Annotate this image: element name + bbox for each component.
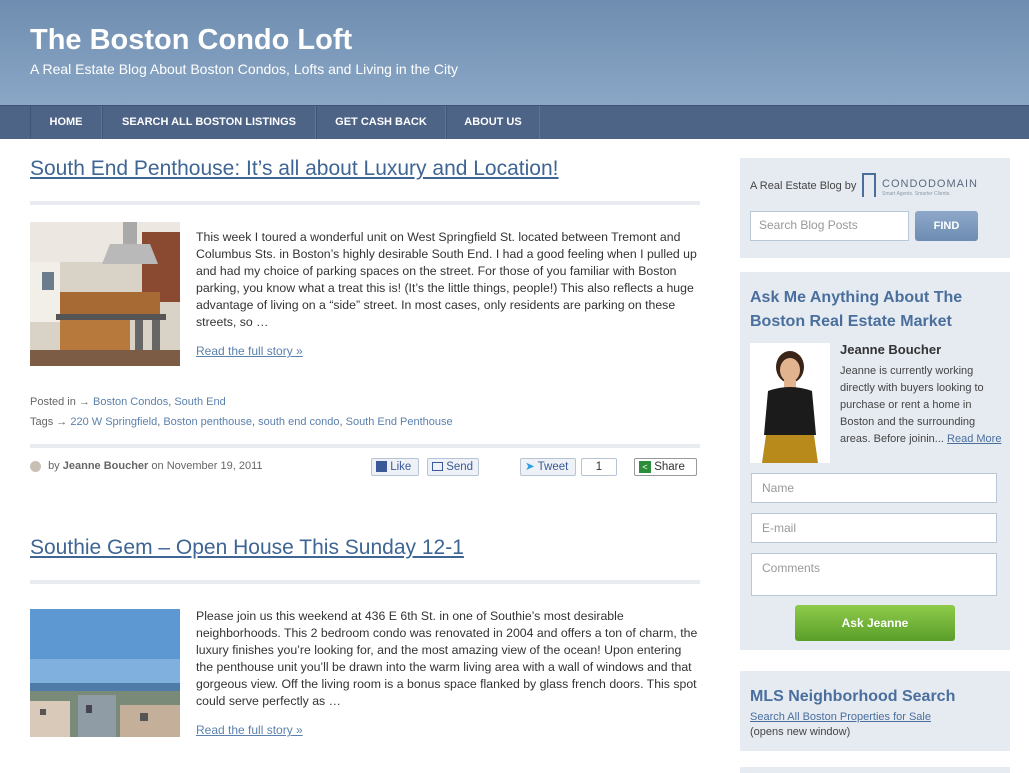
facebook-like-button[interactable]: Like (371, 458, 419, 476)
kitchen-photo (30, 222, 180, 366)
sidebar-search-box: A Real Estate Blog by CONDODOMAIN Smart … (740, 158, 1010, 258)
post-divider (30, 201, 700, 205)
ask-jeanne-button[interactable]: Ask Jeanne (795, 605, 955, 641)
tag-link[interactable]: south end condo (258, 416, 339, 428)
nav-cash-back[interactable]: GET CASH BACK (316, 106, 446, 139)
agent-photo-image (750, 343, 830, 463)
search-input[interactable]: Search Blog Posts (750, 211, 909, 241)
share-button[interactable]: < Share (634, 458, 697, 476)
ask-agent-box: Ask Me Anything About The Boston Real Es… (740, 272, 1010, 650)
author-avatar-icon (30, 460, 41, 472)
agent-bio: Jeanne is currently working directly wit… (840, 363, 1005, 448)
post-excerpt: Please join us this weekend at 436 E 6th… (196, 609, 698, 708)
like-label: Like (390, 461, 412, 473)
posted-in-label: Posted in → (30, 396, 90, 408)
ask-heading: Ask Me Anything About The Boston Real Es… (750, 289, 963, 330)
comments-field[interactable]: Comments (751, 553, 997, 596)
building-icon (862, 173, 876, 197)
tweet-count: 1 (581, 458, 617, 476)
post-byline: by Jeanne Boucher on November 19, 2011 (30, 460, 263, 472)
nav-home[interactable]: HOME (30, 106, 102, 139)
agent-read-more-link[interactable]: Read More (947, 433, 1001, 445)
share-icon: < (639, 460, 651, 473)
main-nav: HOME SEARCH ALL BOSTON LISTINGS GET CASH… (0, 105, 1029, 139)
share-label: Share (654, 461, 685, 473)
post-excerpt: This week I toured a wonderful unit on W… (196, 230, 697, 329)
post-date: November 19, 2011 (166, 460, 263, 472)
send-label: Send (446, 461, 474, 473)
post-title[interactable]: Southie Gem – Open House This Sunday 12-… (30, 536, 464, 560)
site-header: The Boston Condo Loft A Real Estate Blog… (0, 0, 1029, 105)
mls-note: (opens new window) (750, 726, 851, 738)
post-categories: Posted in → Boston Condos, South End (30, 396, 226, 408)
post-title[interactable]: South End Penthouse: It’s all about Luxu… (30, 157, 559, 181)
site-title[interactable]: The Boston Condo Loft (30, 24, 352, 57)
post-divider (30, 580, 700, 584)
by-label: by (48, 460, 60, 472)
agent-photo (750, 343, 830, 463)
tweet-button[interactable]: ➤ Tweet (520, 458, 576, 476)
blog-by-label: A Real Estate Blog by (750, 180, 857, 192)
post-author: Jeanne Boucher (62, 460, 149, 472)
tweet-label: Tweet (537, 461, 569, 473)
mls-search-box: MLS Neighborhood Search Search All Bosto… (740, 671, 1010, 751)
read-more-link[interactable]: Read the full story » (196, 723, 303, 737)
facebook-send-button[interactable]: Send (427, 458, 479, 476)
tag-link[interactable]: South End Penthouse (346, 416, 453, 428)
twitter-icon: ➤ (525, 461, 535, 473)
tags-label: Tags → (30, 416, 68, 428)
email-field[interactable]: E-mail (751, 513, 997, 543)
post-thumbnail[interactable] (30, 222, 180, 366)
post-divider (30, 444, 700, 448)
brand-tagline: Smart Agents. Smarter Clients. (882, 191, 951, 197)
find-button[interactable]: FIND (915, 211, 978, 241)
post-thumbnail[interactable] (30, 609, 180, 737)
tag-link[interactable]: 220 W Springfield (70, 416, 157, 428)
mls-search-link[interactable]: Search All Boston Properties for Sale (750, 711, 931, 723)
mls-heading: MLS Neighborhood Search (750, 688, 956, 705)
neighborhood-photo (30, 609, 180, 737)
category-link[interactable]: Boston Condos (93, 396, 168, 408)
read-more-link[interactable]: Read the full story » (196, 344, 303, 358)
category-link[interactable]: South End (174, 396, 225, 408)
agent-name: Jeanne Boucher (840, 342, 942, 357)
nav-about-us[interactable]: ABOUT US (446, 106, 540, 139)
sidebar-next-box (740, 767, 1010, 773)
name-field[interactable]: Name (751, 473, 997, 503)
post-tags: Tags → 220 W Springfield, Boston penthou… (30, 416, 453, 428)
site-tagline: A Real Estate Blog About Boston Condos, … (30, 61, 459, 77)
brand-name: CONDODOMAIN (882, 178, 978, 190)
tag-link[interactable]: Boston penthouse (163, 416, 252, 428)
nav-search-listings[interactable]: SEARCH ALL BOSTON LISTINGS (102, 106, 316, 139)
facebook-icon (376, 461, 387, 473)
send-icon (432, 462, 443, 472)
date-prefix: on (151, 460, 164, 472)
